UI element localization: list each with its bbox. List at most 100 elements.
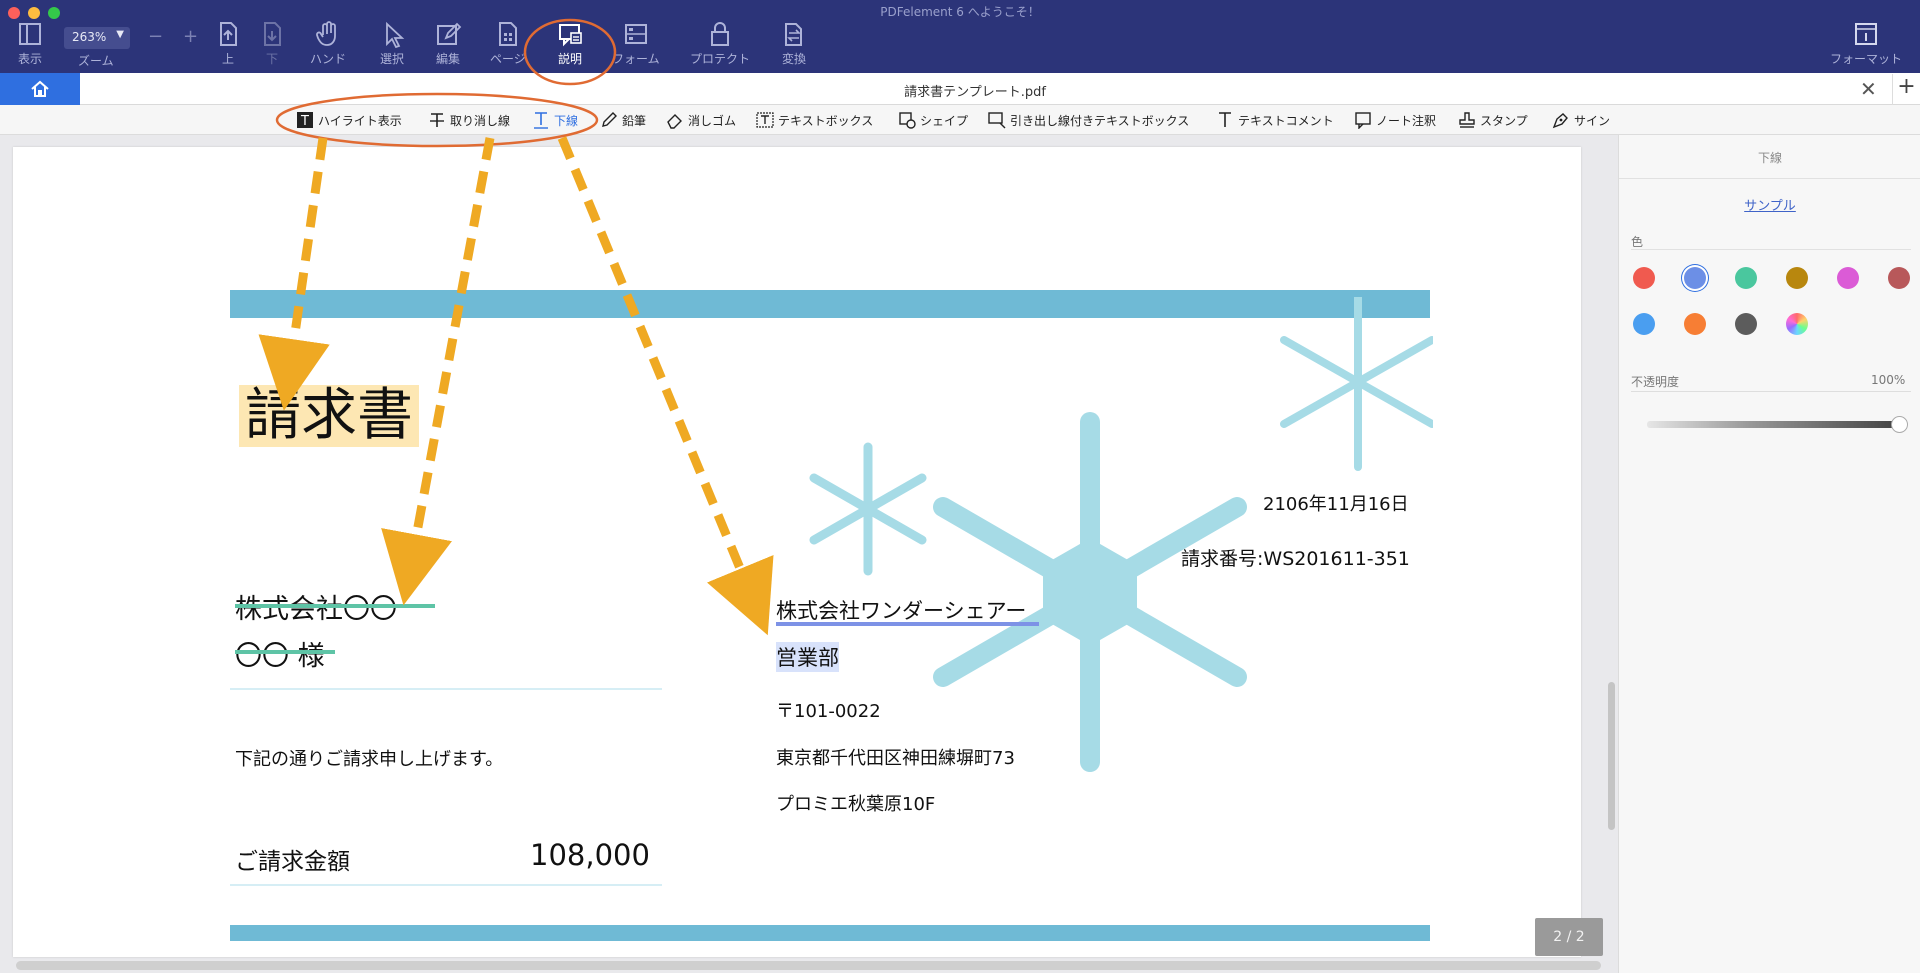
- page-grid-icon: [498, 22, 517, 46]
- app-window: PDFelement 6 へようこそ！ 表示 263% ▼ ズーム − + 上 …: [0, 0, 1920, 973]
- textbox-icon: [756, 112, 774, 128]
- horizontal-scrollbar[interactable]: [16, 961, 1601, 970]
- select-tool-button[interactable]: 選択: [378, 20, 406, 70]
- address-line-1: 東京都千代田区神田練塀町73: [776, 748, 1015, 769]
- select-label: 選択: [379, 52, 404, 66]
- callout-tool[interactable]: 引き出し線付きテキストボックス: [988, 110, 1189, 130]
- underline-label: 下線: [554, 113, 579, 128]
- color-swatch-orange[interactable]: [1684, 313, 1706, 335]
- pen-nib-icon: [1552, 113, 1568, 129]
- edit-pencil-icon: [437, 22, 462, 45]
- sign-label: サイン: [1574, 113, 1611, 128]
- new-tab-button[interactable]: +: [1892, 74, 1920, 105]
- form-button[interactable]: フォーム: [612, 20, 660, 70]
- svg-text:T: T: [300, 114, 309, 129]
- annotation-toolbar: T ハイライト表示 取り消し線 下線 鉛筆 消しゴム テキストボックス シェイプ: [0, 105, 1920, 135]
- textbox-tool[interactable]: テキストボックス: [756, 110, 873, 130]
- color-swatch-brown[interactable]: [1888, 267, 1910, 289]
- properties-panel: 下線 サンプル 色 不透明度 100%: [1618, 135, 1920, 973]
- main-toolbar: PDFelement 6 へようこそ！ 表示 263% ▼ ズーム − + 上 …: [0, 0, 1920, 73]
- home-tab[interactable]: [0, 73, 80, 105]
- convert-button[interactable]: 変換: [780, 20, 808, 70]
- color-picker-wheel[interactable]: [1786, 313, 1808, 335]
- invoice-date: 2106年11月16日: [1263, 494, 1409, 515]
- view-label: 表示: [17, 52, 42, 66]
- underline-tool[interactable]: 下線: [532, 110, 578, 130]
- pdf-page[interactable]: 請求書 2106年11月16日 請求番号:WS201611-351 株式会社〇〇…: [13, 147, 1581, 957]
- form-label: フォーム: [612, 52, 660, 66]
- close-tab-button[interactable]: ✕: [1860, 77, 1877, 101]
- shape-tool[interactable]: シェイプ: [898, 110, 968, 130]
- pencil-tool[interactable]: 鉛筆: [600, 110, 646, 130]
- pencil-icon: [602, 112, 617, 127]
- strikethrough-label: 取り消し線: [450, 113, 511, 128]
- eraser-tool[interactable]: 消しゴム: [666, 110, 736, 130]
- page-label: ページ: [490, 52, 526, 66]
- note-tool[interactable]: ノート注釈: [1354, 110, 1436, 130]
- hand-tool-button[interactable]: ハンド: [310, 20, 346, 70]
- panel-divider: [1619, 178, 1920, 179]
- text-comment-label: テキストコメント: [1238, 113, 1334, 128]
- callout-icon: [988, 112, 1006, 129]
- panel-divider: [1631, 391, 1911, 392]
- divider: [230, 688, 662, 690]
- format-panel-button[interactable]: フォーマット: [1830, 20, 1902, 70]
- postal-code: 〒101-0022: [776, 701, 881, 722]
- page-down-icon: [264, 22, 281, 46]
- edit-label: 編集: [435, 52, 460, 66]
- invoice-title: 請求書: [239, 385, 419, 447]
- stamp-tool[interactable]: スタンプ: [1458, 110, 1528, 130]
- note-icon: [1355, 112, 1371, 129]
- view-button[interactable]: 表示: [16, 20, 44, 70]
- sign-tool[interactable]: サイン: [1552, 110, 1610, 130]
- color-swatch-gold[interactable]: [1786, 267, 1808, 289]
- zoom-select[interactable]: 263% ▼: [64, 27, 130, 49]
- sidebar-panel-icon: [19, 23, 41, 45]
- edit-button[interactable]: 編集: [434, 20, 462, 70]
- text-comment-icon: [1219, 112, 1231, 127]
- opacity-label: 不透明度: [1631, 375, 1680, 389]
- footer-band: [230, 925, 1430, 941]
- home-icon: [31, 80, 49, 97]
- sample-preview: サンプル: [1744, 199, 1796, 214]
- opacity-slider-handle[interactable]: [1891, 416, 1908, 433]
- document-tab-title[interactable]: 請求書テンプレート.pdf: [80, 81, 1870, 100]
- text-comment-tool[interactable]: テキストコメント: [1216, 110, 1334, 130]
- opacity-value: 100%: [1871, 373, 1906, 387]
- opacity-slider[interactable]: [1647, 421, 1897, 428]
- page-up-icon: [220, 22, 237, 46]
- zoom-in-button[interactable]: +: [183, 26, 198, 47]
- color-swatch-magenta[interactable]: [1837, 267, 1859, 289]
- convert-icon: [785, 23, 802, 46]
- divider: [230, 884, 662, 886]
- convert-label: 変換: [781, 52, 806, 66]
- strikethrough-tool[interactable]: 取り消し線: [428, 110, 510, 130]
- color-swatch-sky[interactable]: [1633, 313, 1655, 335]
- invoice-message: 下記の通りご請求申し上げます。: [235, 749, 504, 770]
- color-swatch-red[interactable]: [1633, 267, 1655, 289]
- textbox-label: テキストボックス: [778, 113, 874, 128]
- eraser-icon: [667, 114, 682, 129]
- color-swatch-blue[interactable]: [1684, 267, 1706, 289]
- chevron-down-icon: ▼: [116, 29, 124, 40]
- page-button[interactable]: ページ: [490, 20, 526, 70]
- vertical-scrollbar[interactable]: [1608, 682, 1615, 830]
- protect-button[interactable]: プロテクト: [690, 20, 750, 70]
- color-swatch-gray[interactable]: [1735, 313, 1757, 335]
- color-swatch-green[interactable]: [1735, 267, 1757, 289]
- comment-icon: [559, 24, 582, 47]
- highlight-tool[interactable]: T ハイライト表示: [296, 110, 402, 130]
- highlight-icon: T: [297, 112, 313, 129]
- document-tab-bar: 請求書テンプレート.pdf ✕ +: [0, 73, 1920, 105]
- zoom-out-button[interactable]: −: [148, 26, 163, 47]
- page-down-button[interactable]: 下: [258, 20, 286, 70]
- zoom-label: ズーム: [78, 54, 114, 68]
- comment-button[interactable]: 説明: [556, 20, 584, 70]
- underline-mark: [776, 622, 1039, 626]
- stamp-icon: [1459, 112, 1475, 128]
- protect-label: プロテクト: [690, 52, 751, 66]
- form-icon: [624, 24, 647, 44]
- page-up-button[interactable]: 上: [214, 20, 242, 70]
- panel-divider: [1631, 249, 1911, 250]
- document-viewport[interactable]: 請求書 2106年11月16日 請求番号:WS201611-351 株式会社〇〇…: [0, 135, 1618, 973]
